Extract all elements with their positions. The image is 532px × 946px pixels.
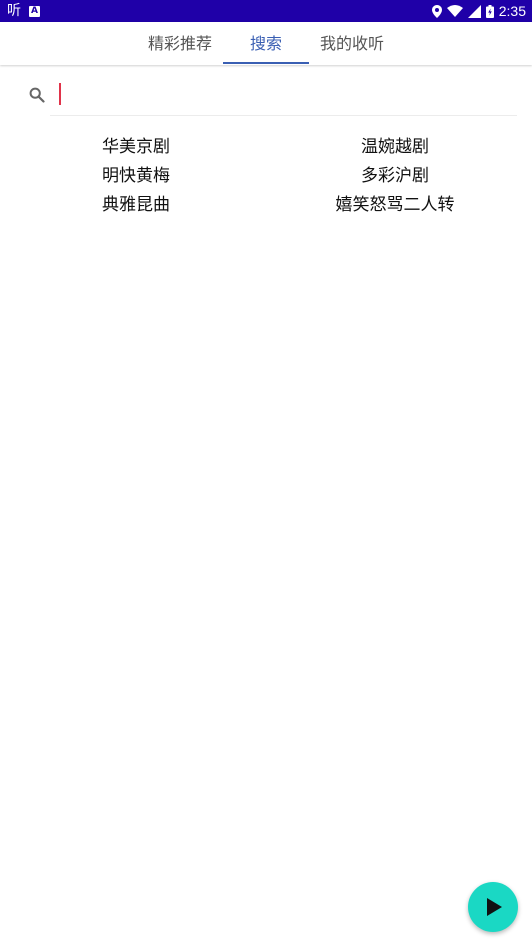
play-icon xyxy=(487,898,502,916)
search-icon[interactable] xyxy=(29,87,45,103)
genre-yue-opera[interactable]: 温婉越剧 xyxy=(306,133,484,162)
status-bar: 听 A 2:35 xyxy=(0,0,532,22)
status-left: 听 A xyxy=(7,3,40,19)
search-input[interactable] xyxy=(58,82,513,106)
location-icon xyxy=(431,4,442,18)
tab-bar: 精彩推荐 搜索 我的收听 xyxy=(0,22,532,65)
tab-recommended[interactable]: 精彩推荐 xyxy=(135,22,225,65)
signal-icon xyxy=(467,4,481,18)
tab-active-indicator xyxy=(223,62,309,64)
genre-shanghai-opera[interactable]: 多彩沪剧 xyxy=(306,162,484,191)
status-right: 2:35 xyxy=(431,2,526,20)
genre-peking-opera[interactable]: 华美京剧 xyxy=(62,133,210,162)
clock: 2:35 xyxy=(498,3,526,19)
wifi-icon xyxy=(446,5,463,17)
app-notification-icon: 听 xyxy=(7,3,21,19)
tab-my-listening[interactable]: 我的收听 xyxy=(307,22,397,65)
battery-icon xyxy=(485,4,494,18)
search-bar xyxy=(0,72,532,116)
genre-errenzhuan[interactable]: 嬉笑怒骂二人转 xyxy=(306,191,484,220)
a-badge-icon: A xyxy=(29,5,40,17)
tab-search[interactable]: 搜索 xyxy=(223,22,309,65)
play-button[interactable] xyxy=(468,882,518,932)
text-cursor xyxy=(59,83,61,105)
genre-kunqu-opera[interactable]: 典雅昆曲 xyxy=(62,191,210,220)
genre-huangmei-opera[interactable]: 明快黄梅 xyxy=(62,162,210,191)
search-underline xyxy=(50,115,517,116)
